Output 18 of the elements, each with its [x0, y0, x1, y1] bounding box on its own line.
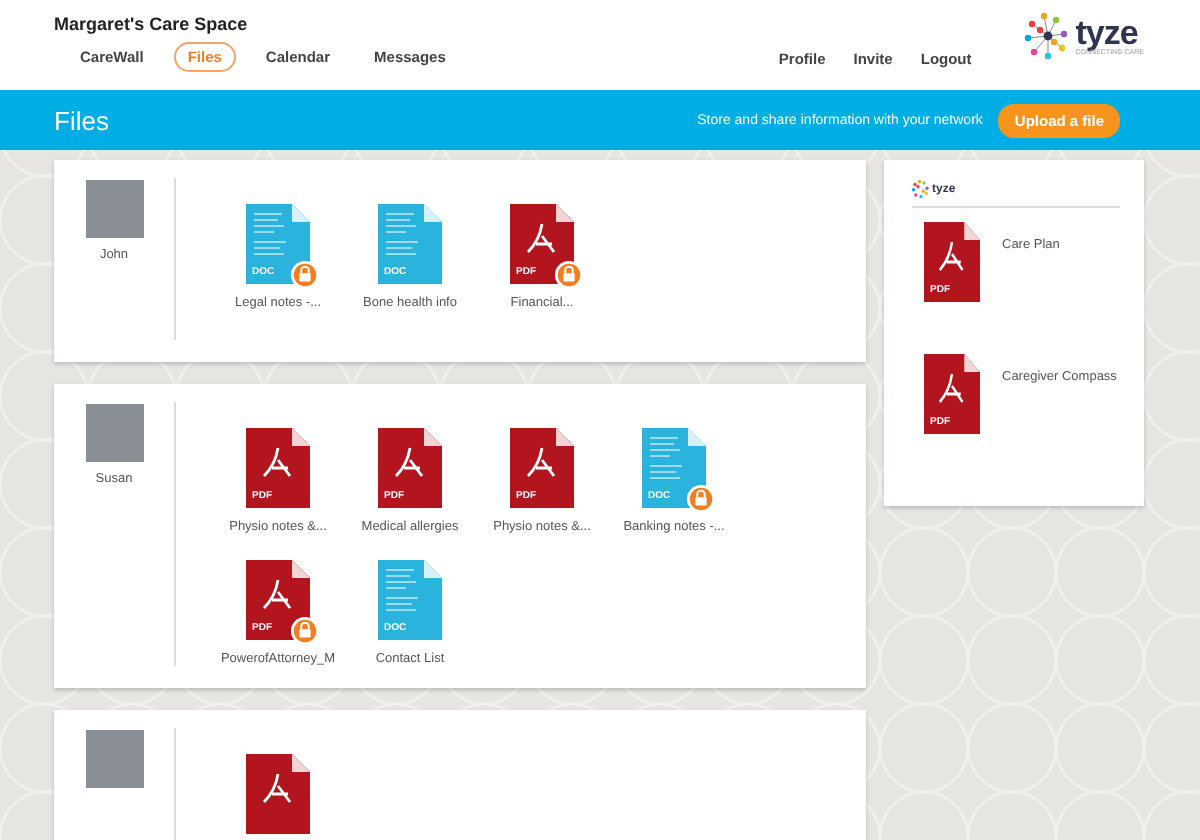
page-title: Files [54, 105, 109, 135]
pdf-document-icon[interactable] [378, 428, 442, 508]
pdf-document-icon[interactable] [510, 204, 574, 284]
dots-logo-icon [912, 180, 930, 198]
pdf-document-icon[interactable] [924, 354, 980, 434]
dots-logo-icon [1023, 12, 1072, 60]
document-icon[interactable] [642, 428, 706, 508]
avatar-placeholder [85, 404, 143, 462]
document-icon[interactable] [246, 204, 310, 284]
pdf-document-icon[interactable] [246, 428, 310, 508]
pdf-document-icon[interactable] [924, 222, 980, 302]
avatar-placeholder [85, 180, 143, 238]
logo-wordmark: tyze [1075, 15, 1138, 50]
pdf-document-icon[interactable] [246, 560, 310, 640]
pdf-document-icon[interactable] [246, 754, 310, 834]
pdf-document-icon[interactable] [510, 428, 574, 508]
site-title: Margaret's Care Space [54, 14, 250, 34]
avatar-placeholder [85, 730, 143, 788]
